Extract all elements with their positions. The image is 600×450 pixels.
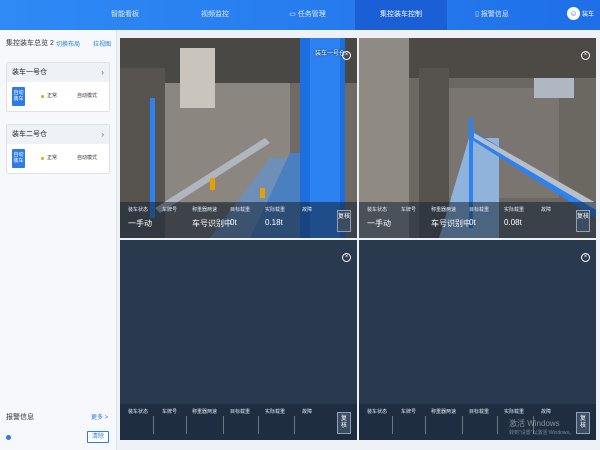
- silo-group-header[interactable]: 装车二号仓 ›: [7, 125, 109, 144]
- field-value: 0t: [230, 218, 237, 227]
- field-label: 故障: [541, 409, 552, 415]
- silo-group-header[interactable]: 装车一号仓 ›: [7, 63, 109, 82]
- auto-mode-text: 自动模式: [77, 155, 98, 161]
- field-label: 故障: [541, 207, 552, 213]
- sidebar-heading: 集控装车总览 2: [6, 40, 54, 47]
- field-label: 装车状态: [367, 207, 388, 213]
- clear-alarm-button[interactable]: 清除: [87, 431, 109, 443]
- sidebar: 集控装车总览 2 切换布局 拉视图 装车一号仓 › 自动装车 正常 自动模式 装…: [0, 30, 117, 450]
- field-label: 称重器两速: [192, 409, 218, 415]
- field-label: 故障: [302, 207, 313, 213]
- field-label: 车牌号: [162, 409, 178, 415]
- windows-activation-subtext: 转到“设置”以激活 Windows。: [509, 430, 575, 436]
- separator: [425, 416, 426, 434]
- alarm-indicator-icon: [6, 435, 11, 440]
- separator: [294, 416, 295, 434]
- silo-group-1: 装车一号仓 › 自动装车 正常 自动模式: [6, 62, 110, 112]
- field-label: 实际载重: [265, 409, 286, 415]
- info-bar: 装车状态 一手动 车牌号 称重器两速 车号识别中 目标载重 0t 实际载重 0.08t …: [359, 202, 596, 238]
- field-label: 称重器两速: [431, 409, 457, 415]
- phone-icon: ▯: [475, 11, 479, 18]
- view-link[interactable]: 拉视图: [93, 39, 111, 48]
- field-label: 目标载重: [469, 207, 490, 213]
- switch-layout-link[interactable]: 切换布局: [56, 39, 80, 48]
- calendar-icon: ▭: [289, 11, 296, 18]
- separator: [186, 416, 187, 434]
- field-label: 故障: [302, 409, 313, 415]
- field-label: 装车状态: [128, 409, 149, 415]
- field-label: 目标载重: [469, 409, 490, 415]
- close-icon[interactable]: ×: [581, 51, 590, 60]
- review-button[interactable]: 复核: [337, 210, 351, 232]
- field-value: 0t: [469, 218, 476, 227]
- field-label: 车牌号: [401, 409, 417, 415]
- separator: [258, 416, 259, 434]
- user-avatar-icon[interactable]: ☺: [567, 7, 580, 20]
- status-text: 正常: [47, 93, 58, 99]
- field-label: 目标载重: [230, 409, 251, 415]
- field-label: 称重器两速: [431, 207, 457, 213]
- review-button[interactable]: 复核: [576, 210, 590, 232]
- camera-panel-2: × 装车状态一手动 车牌号 称重器两速车号识别中 目标载重 0t 实际载重 0.08…: [359, 38, 596, 238]
- close-icon[interactable]: ×: [342, 253, 351, 262]
- separator: [223, 416, 224, 434]
- nav-tab-label: 智能看板: [111, 11, 139, 18]
- alarm-heading: 报警信息: [6, 414, 34, 421]
- camera-panel-1: 装车一号仓 × 装车状态一手动 车牌号 称重器两速车号识别中 目标载重 0t 实际…: [120, 38, 357, 238]
- chevron-right-icon[interactable]: ›: [101, 63, 104, 82]
- close-icon[interactable]: ×: [581, 253, 590, 262]
- nav-tab-dashboard[interactable]: 智能看板: [80, 0, 170, 30]
- nav-tab-label: 视频监控: [201, 11, 229, 18]
- field-value: 0.08t: [504, 218, 522, 227]
- review-button[interactable]: 复 核: [337, 412, 351, 434]
- status-text: 正常: [47, 155, 58, 161]
- field-label: 实际载重: [265, 207, 286, 213]
- mode-tag[interactable]: 自动装车: [12, 149, 25, 168]
- field-label: 车牌号: [162, 207, 178, 213]
- nav-tab-loading-control[interactable]: 集控装车控制: [355, 0, 447, 30]
- field-value: 一手动: [367, 219, 391, 228]
- separator: [497, 416, 498, 434]
- field-label: 实际载重: [504, 409, 525, 415]
- review-button[interactable]: 复 核: [576, 412, 590, 434]
- camera-panel-4: × 装车状态 车牌号 称重器两速 目标载重 实际载重 故障 复 核 激活 Win…: [359, 240, 596, 440]
- field-label: 装车状态: [367, 409, 388, 415]
- field-label: 装车状态: [128, 207, 149, 213]
- alarm-more-link[interactable]: 更多 >: [91, 412, 108, 421]
- info-bar: 装车状态 一手动 车牌号 称重器两速 车号识别中 目标载重 0t 实际载重 0.18t …: [120, 202, 357, 238]
- field-label: 目标载重: [230, 207, 251, 213]
- field-label: 车牌号: [401, 207, 417, 213]
- separator: [462, 416, 463, 434]
- windows-activation-watermark: 激活 Windows: [509, 419, 560, 428]
- silo-group-title: 装车二号仓: [12, 131, 47, 138]
- nav-tab-video[interactable]: 视频监控: [170, 0, 260, 30]
- nav-tab-label: 任务管理: [297, 11, 326, 18]
- field-value: 一手动: [128, 219, 152, 228]
- close-icon[interactable]: ×: [342, 51, 351, 60]
- field-value: 0.18t: [265, 218, 283, 227]
- separator: [153, 416, 154, 434]
- username[interactable]: 装车: [582, 0, 594, 30]
- silo-group-title: 装车一号仓: [12, 69, 47, 76]
- nav-tab-label: 集控装车控制: [380, 11, 422, 18]
- silo-group-2: 装车二号仓 › 自动装车 正常 自动模式: [6, 124, 110, 174]
- field-label: 称重器两速: [192, 207, 218, 213]
- mode-tag[interactable]: 自动装车: [12, 87, 25, 106]
- field-label: 实际载重: [504, 207, 525, 213]
- status-dot: [41, 157, 44, 160]
- field-value: 车号识别中: [192, 219, 232, 228]
- nav-tab-label: 报警信息: [480, 11, 509, 18]
- info-bar: 装车状态 车牌号 称重器两速 目标载重 实际载重 故障 复 核: [120, 404, 357, 440]
- separator: [392, 416, 393, 434]
- camera-label: 装车一号仓: [315, 51, 346, 57]
- nav-tab-alarm[interactable]: ▯ 报警信息: [447, 0, 537, 30]
- auto-mode-text: 自动模式: [77, 93, 98, 99]
- field-value: 车号识别中: [431, 219, 471, 228]
- top-nav-bar: 智能看板 视频监控 ▭ 任务管理 集控装车控制 ▯ 报警信息 ☺ 装车: [0, 0, 600, 30]
- status-dot: [41, 95, 44, 98]
- chevron-right-icon[interactable]: ›: [101, 125, 104, 144]
- nav-tab-tasks[interactable]: ▭ 任务管理: [260, 0, 355, 30]
- camera-panel-3: × 装车状态 车牌号 称重器两速 目标载重 实际载重 故障 复 核: [120, 240, 357, 440]
